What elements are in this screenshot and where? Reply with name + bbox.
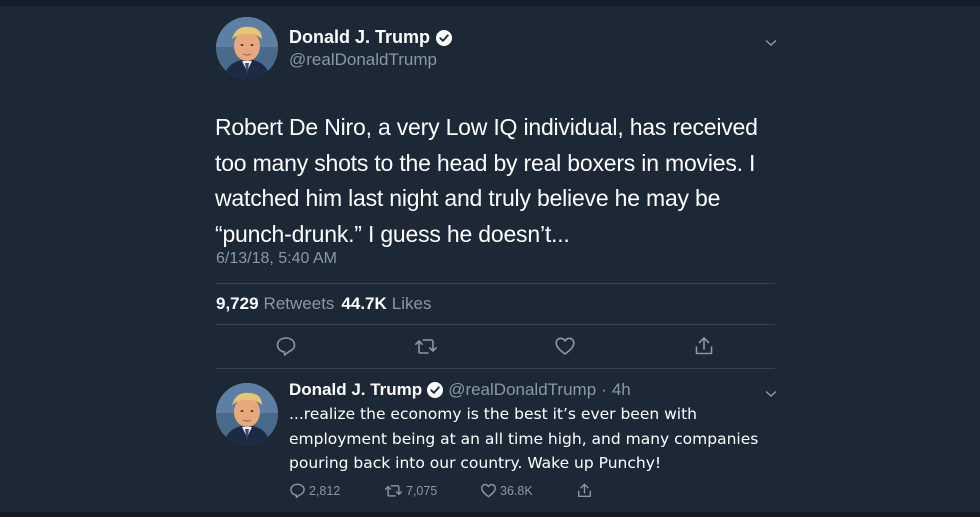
bottom-border — [0, 512, 980, 517]
share-button[interactable] — [576, 482, 593, 499]
retweets-stat[interactable]: 9,729 Retweets — [216, 294, 334, 314]
retweet-button[interactable] — [414, 335, 438, 357]
divider — [216, 368, 775, 369]
top-border — [0, 0, 980, 6]
reply-button[interactable] — [275, 335, 297, 357]
avatar[interactable] — [216, 383, 278, 445]
author-name-row[interactable]: Donald J. Trump — [289, 27, 453, 48]
verified-badge-icon — [427, 382, 444, 398]
tweet-text: Robert De Niro, a very Low IQ individual… — [215, 114, 758, 247]
author-name[interactable]: Donald J. Trump — [289, 27, 430, 48]
like-button[interactable]: 36.8K — [480, 482, 533, 499]
likes-count: 44.7K — [341, 294, 387, 313]
author-handle[interactable]: @realDonaldTrump — [448, 380, 596, 400]
likes-label: Likes — [391, 294, 432, 313]
retweet-icon — [415, 339, 437, 354]
engagement-stats: 9,729 Retweets 44.7K Likes — [216, 294, 431, 314]
dot-separator: · — [601, 380, 607, 399]
share-icon — [695, 337, 713, 355]
retweet-count: 7,075 — [406, 483, 438, 498]
tweet-timestamp[interactable]: 6/13/18, 5:40 AM — [216, 250, 337, 268]
like-icon — [481, 483, 496, 498]
chevron-down-icon[interactable] — [764, 35, 778, 47]
like-icon — [555, 337, 575, 355]
tweet-age[interactable]: 4h — [612, 380, 631, 400]
like-button[interactable] — [554, 335, 576, 357]
chevron-down-icon[interactable] — [764, 386, 778, 398]
retweets-count: 9,729 — [216, 294, 259, 313]
verified-badge-icon — [436, 29, 453, 46]
avatar[interactable] — [216, 17, 278, 79]
divider — [216, 324, 775, 325]
retweet-button[interactable]: 7,075 — [384, 482, 437, 499]
author-name[interactable]: Donald J. Trump — [289, 380, 422, 400]
reply-button[interactable]: 2,812 — [289, 482, 340, 499]
retweets-label: Retweets — [263, 294, 335, 313]
tweet-text: ...realize the economy is the best it’s … — [289, 405, 759, 472]
share-icon — [578, 483, 591, 497]
divider — [216, 283, 775, 284]
reply-icon — [276, 337, 296, 356]
reply-header: Donald J. Trump @realDonaldTrump · 4h — [289, 380, 631, 400]
reply-icon — [290, 483, 305, 499]
like-count: 36.8K — [500, 483, 533, 498]
retweet-icon — [384, 485, 403, 497]
likes-stat[interactable]: 44.7K Likes — [341, 294, 431, 314]
share-button[interactable] — [693, 335, 715, 357]
reply-count: 2,812 — [309, 483, 341, 498]
author-handle[interactable]: @realDonaldTrump — [289, 50, 437, 70]
